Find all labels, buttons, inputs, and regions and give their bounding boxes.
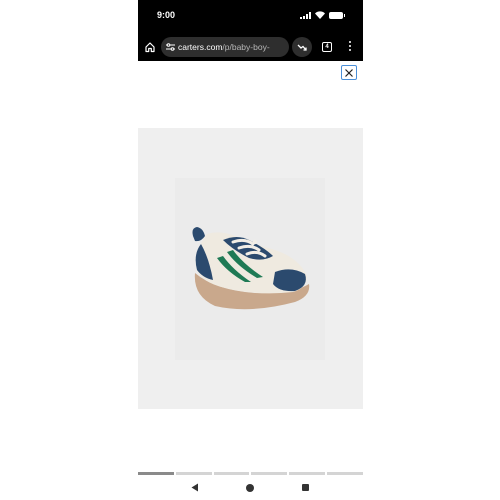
product-image-viewer[interactable] — [138, 128, 363, 409]
system-nav-bar — [138, 478, 363, 500]
carousel-dot[interactable] — [289, 472, 326, 475]
back-icon[interactable] — [191, 483, 199, 492]
status-icons — [300, 11, 345, 19]
wifi-icon — [315, 11, 325, 19]
site-settings-icon[interactable] — [166, 43, 175, 51]
product-image — [175, 178, 325, 360]
url-path: /p/baby-boy- — [222, 42, 270, 52]
sneaker-image — [192, 227, 310, 310]
home-icon[interactable] — [144, 41, 156, 53]
tabs-icon[interactable]: 4 — [322, 42, 332, 52]
status-bar: 9:00 — [138, 0, 363, 33]
phone-screen: 9:00 carters.com/p/baby-boy- 4 — [138, 0, 363, 500]
more-vert-icon[interactable] — [348, 41, 352, 53]
status-time: 9:00 — [157, 10, 176, 20]
close-icon — [345, 68, 353, 77]
browser-toolbar: carters.com/p/baby-boy- 4 — [138, 33, 363, 61]
carousel-dot-active[interactable] — [138, 472, 174, 475]
carousel-dot[interactable] — [213, 472, 250, 475]
carousel-dot[interactable] — [251, 472, 288, 475]
trending-icon — [297, 44, 307, 51]
battery-icon — [329, 11, 345, 19]
address-bar[interactable]: carters.com/p/baby-boy- — [161, 37, 289, 57]
home-nav-icon[interactable] — [246, 484, 254, 492]
url-domain: carters.com — [178, 42, 223, 52]
close-button[interactable] — [341, 65, 357, 80]
carousel-dot[interactable] — [327, 472, 363, 475]
carousel-dot[interactable] — [175, 472, 212, 475]
url-text[interactable]: carters.com/p/baby-boy- — [178, 37, 270, 57]
image-carousel-indicator[interactable] — [138, 472, 363, 475]
signal-icon — [300, 11, 311, 19]
recents-icon[interactable] — [302, 484, 309, 491]
trending-button[interactable] — [292, 37, 312, 57]
